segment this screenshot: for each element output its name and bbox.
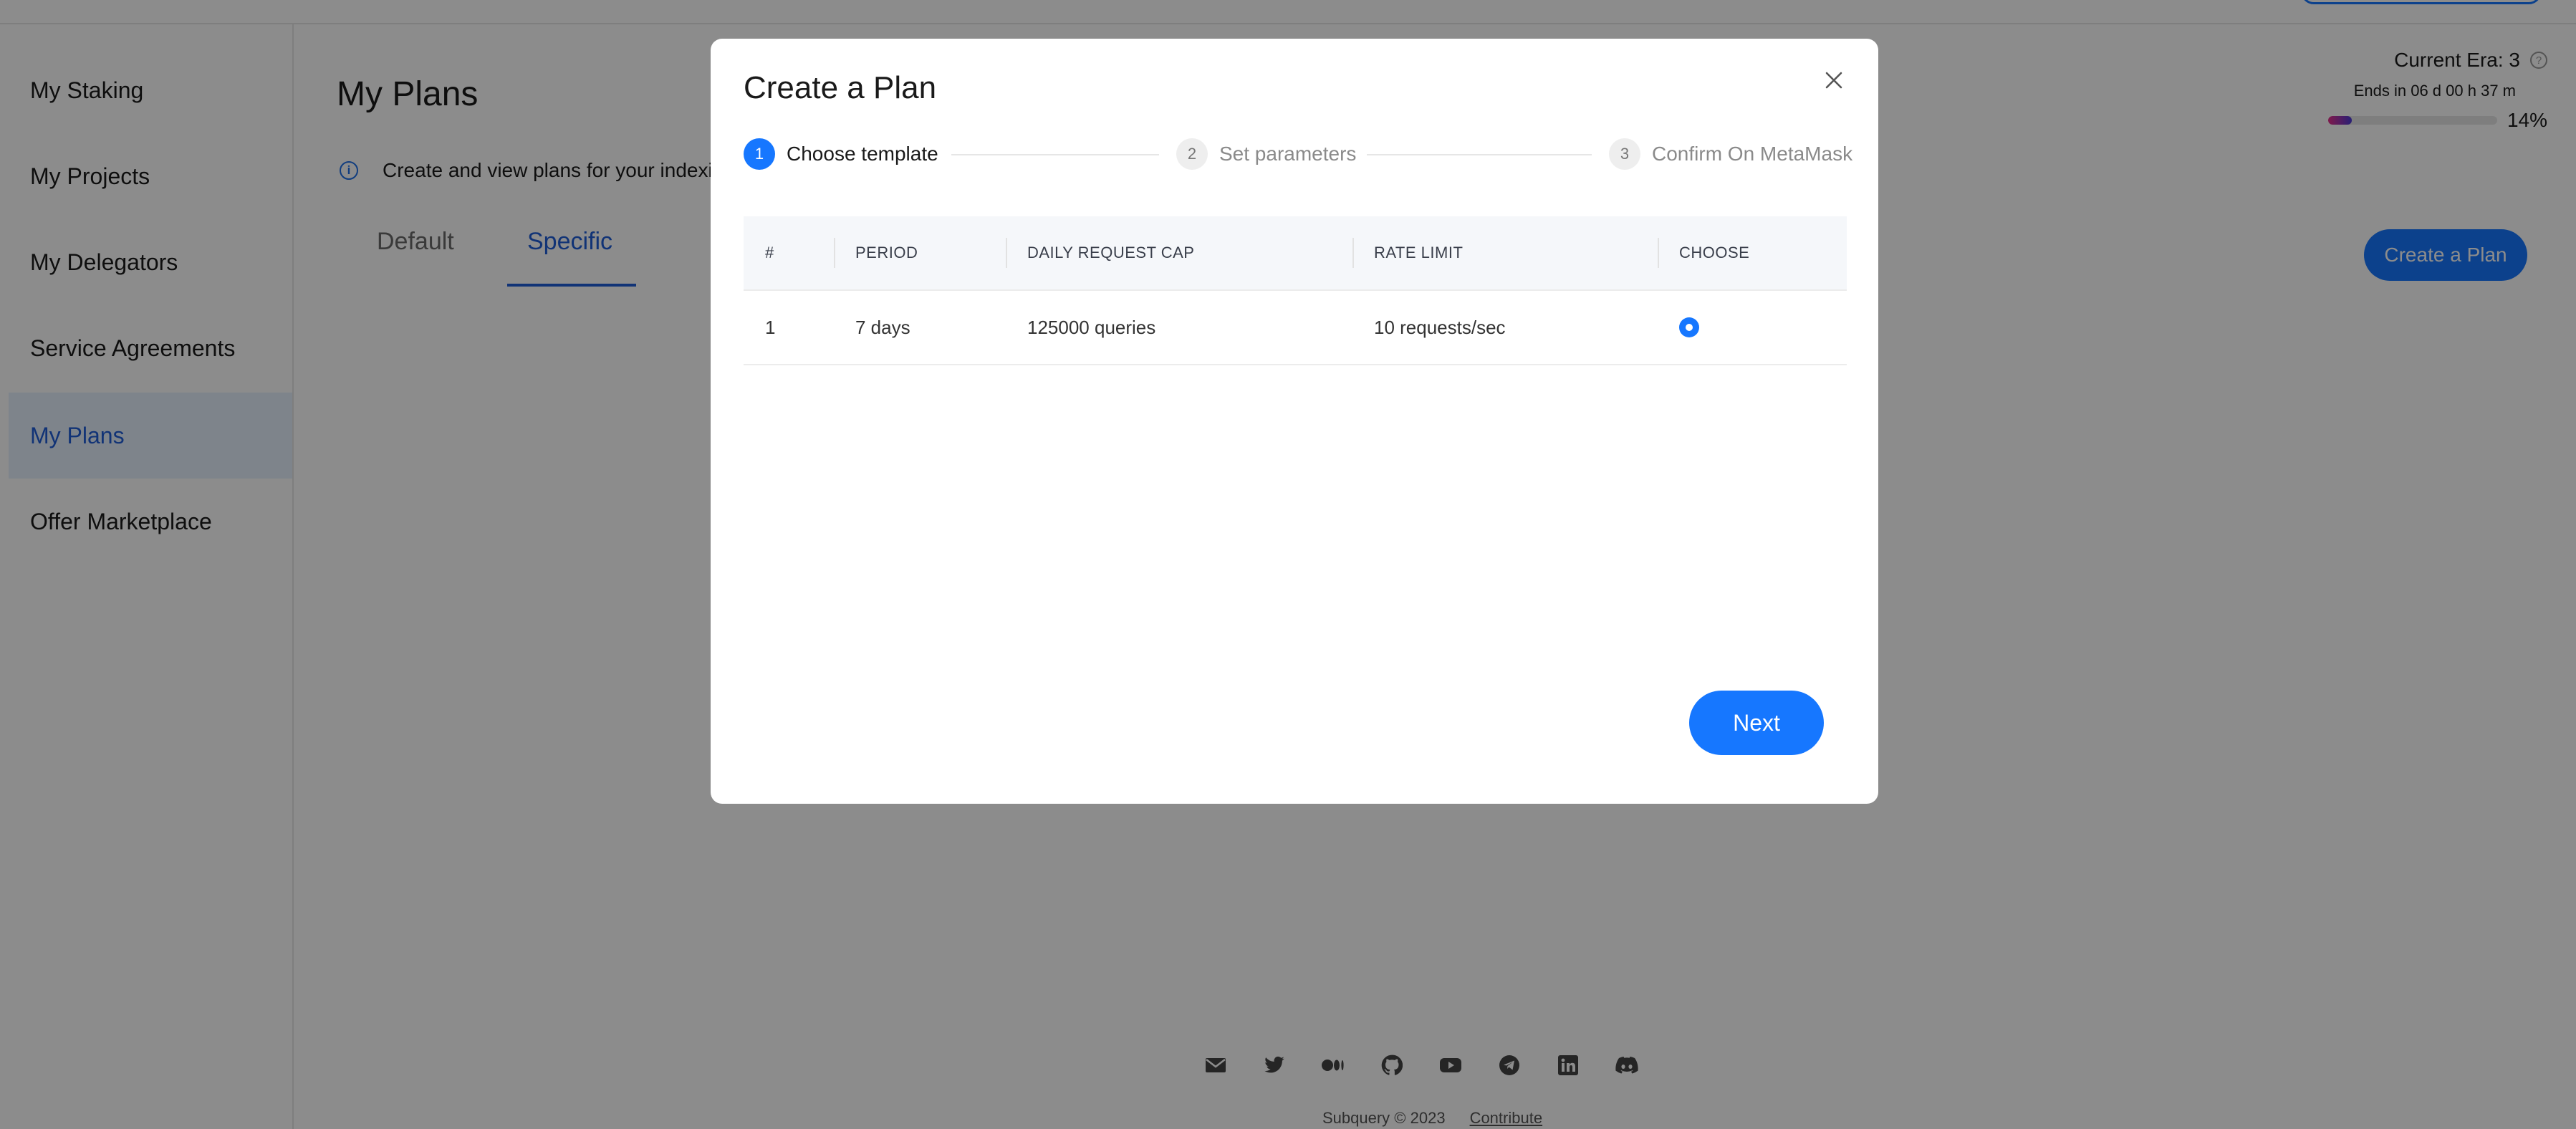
step-number: 3 <box>1609 138 1640 170</box>
step-number: 2 <box>1176 138 1208 170</box>
step-connector <box>951 154 1159 155</box>
template-radio[interactable] <box>1679 317 1699 337</box>
column-header-rate-limit: RATE LIMIT <box>1352 238 1658 268</box>
cell-rate-limit: 10 requests/sec <box>1374 316 1506 338</box>
cell-period: 7 days <box>855 316 910 338</box>
table-row[interactable]: 1 7 days 125000 queries 10 requests/sec <box>744 291 1847 365</box>
plan-template-table: # PERIOD DAILY REQUEST CAP RATE LIMIT CH… <box>744 216 1847 365</box>
close-icon[interactable] <box>1820 66 1848 95</box>
table-header: # PERIOD DAILY REQUEST CAP RATE LIMIT CH… <box>744 216 1847 291</box>
modal-title: Create a Plan <box>744 70 937 105</box>
cell-daily-request-cap: 125000 queries <box>1027 316 1156 338</box>
cell-number: 1 <box>765 316 776 338</box>
create-plan-modal: Create a Plan 1 Choose template 2 Set pa… <box>711 39 1878 804</box>
step-confirm-metamask: 3 Confirm On MetaMask <box>1609 136 1852 172</box>
step-label: Confirm On MetaMask <box>1652 143 1853 165</box>
column-header-daily-request-cap: DAILY REQUEST CAP <box>1006 238 1352 268</box>
stepper: 1 Choose template 2 Set parameters 3 Con… <box>744 136 1852 172</box>
column-header-period: PERIOD <box>834 238 1006 268</box>
column-header-number: # <box>765 244 774 261</box>
step-set-parameters: 2 Set parameters <box>1176 136 1356 172</box>
next-button[interactable]: Next <box>1689 691 1824 755</box>
step-number: 1 <box>744 138 775 170</box>
cell-choose <box>1658 317 1847 337</box>
column-header-choose: CHOOSE <box>1658 238 1847 268</box>
step-label: Set parameters <box>1219 143 1357 165</box>
step-connector <box>1367 154 1592 155</box>
step-label: Choose template <box>787 143 938 165</box>
step-choose-template: 1 Choose template <box>744 136 938 172</box>
